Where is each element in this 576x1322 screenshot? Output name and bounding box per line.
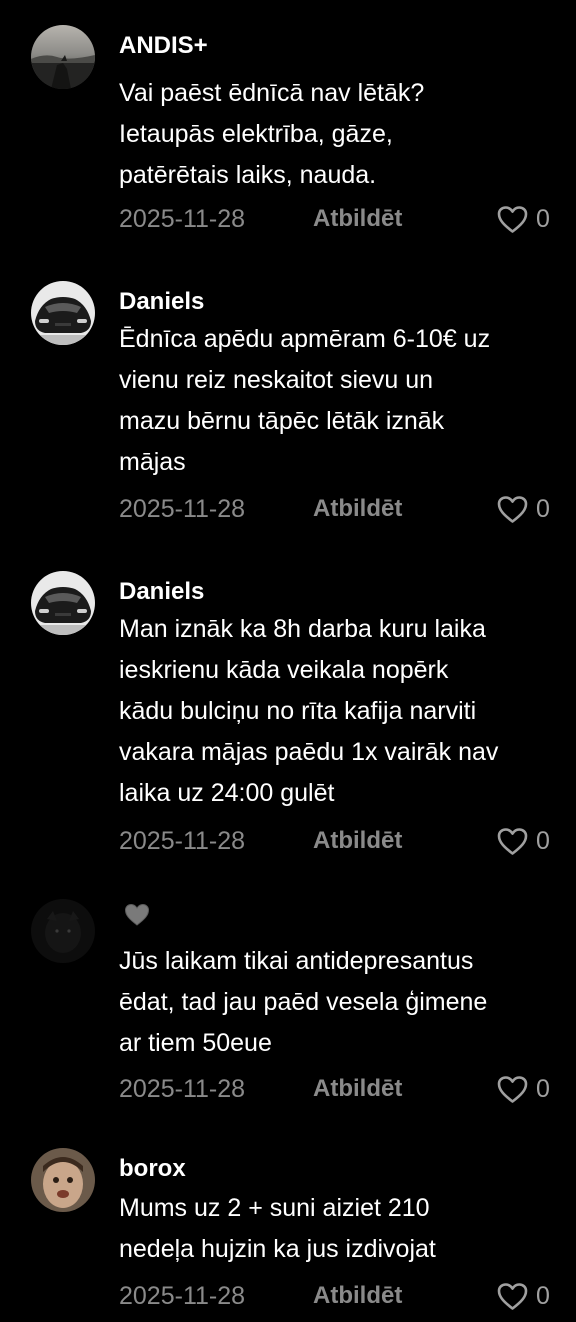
comment-username[interactable]: borox [119, 1154, 186, 1184]
comment-item: Daniels Man iznāk ka 8h darba kuru laika… [0, 571, 576, 861]
comment-date: 2025-11-28 [119, 1075, 246, 1103]
like-button[interactable]: 0 [496, 1071, 560, 1107]
comment-text: Mums uz 2 + suni aiziet 210 nedeļa hujzi… [119, 1194, 436, 1263]
comment-text: Vai paēst ēdnīcā nav lētāk? Ietaupās ele… [119, 79, 425, 189]
comment-item: ANDIS+ Vai paēst ēdnīcā nav lētāk? Ietau… [0, 25, 576, 245]
comment-text: Ēdnīca apēdu apmēram 6-10€ uz vienu reiz… [119, 325, 491, 476]
comment-item: Jūs laikam tikai antidepresantus ēdat, t… [0, 899, 576, 1109]
like-button[interactable]: 0 [496, 491, 560, 527]
like-count: 0 [536, 1075, 550, 1103]
like-count: 0 [536, 1282, 550, 1310]
comment-username[interactable]: ANDIS+ [119, 31, 208, 61]
reply-button[interactable]: Atbildēt [313, 825, 402, 857]
comment-text: Jūs laikam tikai antidepresantus ēdat, t… [119, 947, 488, 1057]
grey-heart-emoji-icon [124, 903, 150, 926]
like-count: 0 [536, 827, 550, 855]
like-count: 0 [536, 495, 550, 523]
comment-item: borox Mums uz 2 + suni aiziet 210 nedeļa… [0, 1148, 576, 1318]
comment-date: 2025-11-28 [119, 827, 246, 855]
comment-username[interactable]: Daniels [119, 577, 204, 607]
avatar[interactable] [31, 25, 95, 89]
comment-text: Man iznāk ka 8h darba kuru laika ieskrie… [119, 615, 499, 807]
reply-button[interactable]: Atbildēt [313, 493, 402, 525]
avatar[interactable] [31, 281, 95, 345]
like-button[interactable]: 0 [496, 201, 560, 237]
reply-button[interactable]: Atbildēt [313, 1073, 402, 1105]
comment-meta: 2025-11-28 Atbildēt 0 [0, 1071, 576, 1107]
comment-meta: 2025-11-28 Atbildēt 0 [0, 1278, 576, 1314]
comment-meta: 2025-11-28 Atbildēt 0 [0, 491, 576, 527]
avatar[interactable] [31, 899, 95, 963]
heart-outline-icon [497, 206, 528, 233]
reply-button[interactable]: Atbildēt [313, 203, 402, 235]
comment-username[interactable]: Daniels [119, 287, 204, 317]
comment-meta: 2025-11-28 Atbildēt 0 [0, 201, 576, 237]
comment-item: Daniels Ēdnīca apēdu apmēram 6-10€ uz vi… [0, 281, 576, 531]
heart-outline-icon [497, 828, 528, 855]
avatar[interactable] [31, 1148, 95, 1212]
heart-outline-icon [497, 1283, 528, 1310]
reply-button[interactable]: Atbildēt [313, 1280, 402, 1312]
comment-date: 2025-11-28 [119, 495, 246, 523]
comment-meta: 2025-11-28 Atbildēt 0 [0, 823, 576, 859]
heart-outline-icon [497, 1076, 528, 1103]
like-count: 0 [536, 205, 550, 233]
comment-date: 2025-11-28 [119, 205, 246, 233]
comment-date: 2025-11-28 [119, 1282, 246, 1310]
avatar[interactable] [31, 571, 95, 635]
like-button[interactable]: 0 [496, 1278, 560, 1314]
heart-outline-icon [497, 496, 528, 523]
like-button[interactable]: 0 [496, 823, 560, 859]
